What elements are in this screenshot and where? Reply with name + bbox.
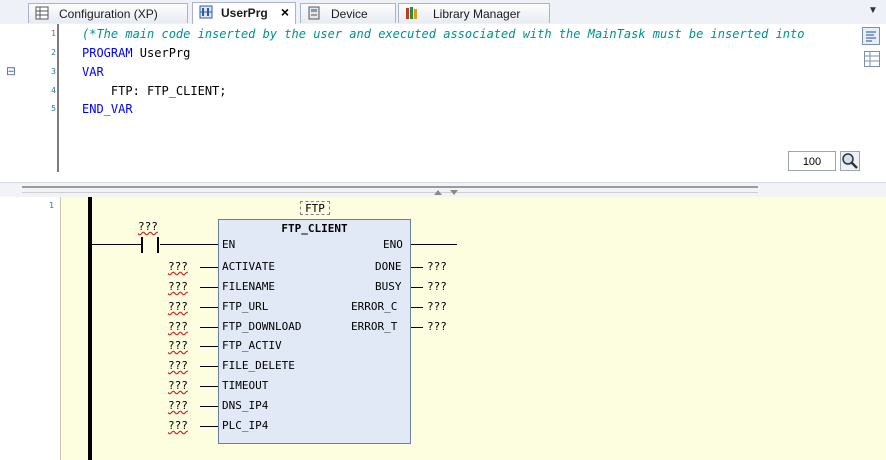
fb-input-pin: FTP_URL — [222, 300, 269, 313]
fb-output-pin: ERROR_T — [351, 320, 398, 333]
input-variable[interactable]: ??? — [168, 300, 188, 313]
tab-configuration[interactable]: Configuration (XP) — [28, 3, 188, 23]
input-variable[interactable]: ??? — [168, 399, 188, 412]
fb-input-pin: FILE_DELETE — [222, 359, 295, 372]
pin-wire — [200, 346, 218, 347]
line-number: 5 — [51, 104, 56, 113]
zoom-icon[interactable] — [840, 151, 860, 171]
tabular-view-icon[interactable] — [864, 51, 880, 67]
tab-library-manager[interactable]: Library Manager — [398, 3, 550, 23]
program-name: UserPrg — [132, 46, 191, 60]
fb-input-pin: TIMEOUT — [222, 379, 269, 392]
rung-wire — [411, 244, 457, 245]
line-number: 1 — [51, 29, 56, 38]
output-variable[interactable]: ??? — [427, 320, 447, 333]
tab-label: UserPrg — [221, 6, 268, 20]
pin-wire — [411, 327, 423, 328]
fb-output-pin: DONE — [375, 260, 402, 273]
fb-output-pin: ERROR_C — [351, 300, 398, 313]
normally-open-contact[interactable] — [140, 236, 164, 254]
tab-list-dropdown-icon[interactable]: ▼ — [868, 5, 878, 16]
fb-input-pin: DNS_IP4 — [222, 399, 269, 412]
line-number: 3 — [51, 67, 56, 76]
input-variable[interactable]: ??? — [168, 280, 188, 293]
input-variable[interactable]: ??? — [168, 419, 188, 432]
contact-variable[interactable]: ??? — [138, 220, 158, 233]
input-variable[interactable]: ??? — [168, 359, 188, 372]
collapse-icon[interactable]: ⊟ — [6, 64, 16, 78]
line-number: 2 — [51, 48, 56, 57]
pin-wire — [200, 366, 218, 367]
ladder-gutter-divider — [60, 197, 61, 460]
pin-wire — [200, 287, 218, 288]
splitter-arrows-icon[interactable] — [430, 187, 462, 197]
output-variable[interactable]: ??? — [427, 280, 447, 293]
output-variable[interactable]: ??? — [427, 300, 447, 313]
code-comment: (*The main code inserted by the user and… — [82, 27, 805, 41]
zoom-level[interactable]: 100 — [788, 151, 836, 171]
tab-label: Library Manager — [433, 7, 521, 21]
pin-wire — [200, 267, 218, 268]
fb-input-pin: EN — [222, 238, 236, 251]
fb-input-pin: ACTIVATE — [222, 260, 275, 273]
pin-wire — [411, 267, 423, 268]
keyword-end-var: END_VAR — [82, 102, 133, 116]
close-icon[interactable]: × — [281, 4, 289, 20]
pin-wire — [200, 327, 218, 328]
rung-wire — [92, 244, 142, 245]
keyword-var: VAR — [82, 65, 104, 79]
library-icon — [406, 7, 417, 19]
splitter-handle[interactable] — [22, 186, 758, 193]
tab-label: Configuration (XP) — [59, 7, 158, 21]
output-variable[interactable]: ??? — [427, 260, 447, 273]
pin-wire — [200, 426, 218, 427]
rung-wire — [160, 244, 218, 245]
ladder-program-icon — [199, 5, 213, 19]
fb-type-name: FTP_CLIENT — [281, 222, 348, 235]
code-line-program: PROGRAM UserPrg — [82, 46, 190, 60]
tab-device[interactable]: Device — [300, 3, 396, 23]
ladder-gutter — [0, 197, 60, 460]
pin-wire — [200, 386, 218, 387]
pin-wire — [411, 287, 423, 288]
fb-output-pin: BUSY — [375, 280, 402, 293]
configuration-icon — [35, 6, 49, 20]
input-variable[interactable]: ??? — [168, 339, 188, 352]
pin-wire — [200, 307, 218, 308]
network-number: 1 — [49, 201, 54, 210]
device-icon — [308, 6, 320, 20]
code-var-declaration: FTP: FTP_CLIENT; — [82, 84, 227, 98]
input-variable[interactable]: ??? — [168, 260, 188, 273]
fb-input-pin: FTP_ACTIV — [222, 339, 282, 352]
fb-input-pin: FTP_DOWNLOAD — [222, 320, 302, 333]
left-power-rail — [88, 197, 92, 460]
pin-wire — [200, 406, 218, 407]
textual-view-icon[interactable] — [862, 27, 880, 45]
fb-output-pin: ENO — [383, 238, 403, 251]
pin-wire — [411, 307, 423, 308]
line-number: 4 — [51, 86, 56, 95]
fb-input-pin: FILENAME — [222, 280, 275, 293]
keyword-program: PROGRAM — [82, 46, 133, 60]
input-variable[interactable]: ??? — [168, 379, 188, 392]
tab-label: Device — [331, 7, 368, 21]
fb-instance-name[interactable]: FTP — [300, 201, 330, 215]
input-variable[interactable]: ??? — [168, 320, 188, 333]
fb-input-pin: PLC_IP4 — [222, 419, 269, 432]
tab-userprg[interactable]: UserPrg × — [192, 2, 296, 24]
editor-gutter-divider — [57, 24, 59, 172]
